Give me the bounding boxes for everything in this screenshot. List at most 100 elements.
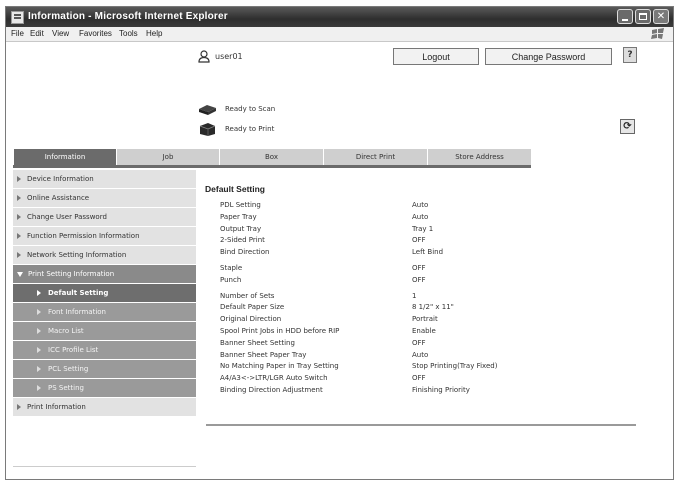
print-status-text: Ready to Print bbox=[225, 125, 275, 133]
setting-value: OFF bbox=[412, 338, 426, 347]
setting-label: Staple bbox=[220, 263, 243, 272]
chevron-right-icon bbox=[37, 366, 41, 372]
page-content: user01 Logout Change Password ? Ready to… bbox=[6, 42, 673, 479]
divider bbox=[13, 466, 196, 467]
menu-edit[interactable]: Edit bbox=[30, 29, 44, 38]
refresh-icon[interactable]: ⟳ bbox=[620, 119, 635, 134]
table-row: No Matching Paper in Tray Setting Stop Pr… bbox=[220, 362, 520, 374]
chevron-right-icon bbox=[37, 290, 41, 296]
sidebar-subitem-font-information[interactable]: Font Information bbox=[13, 303, 196, 322]
table-row: A4/A3<->LTR/LGR Auto Switch OFF bbox=[220, 374, 520, 386]
table-row: Bind Direction Left Bind bbox=[220, 248, 520, 260]
sidebar-subitem-label: PCL Setting bbox=[48, 365, 89, 373]
table-row: Paper Tray Auto bbox=[220, 213, 520, 225]
chevron-right-icon bbox=[17, 195, 21, 201]
tab-box[interactable]: Box bbox=[219, 149, 323, 165]
setting-value: Stop Printing(Tray Fixed) bbox=[412, 362, 498, 371]
sidebar-item-label: Online Assistance bbox=[27, 194, 90, 202]
scanner-icon bbox=[199, 105, 216, 115]
setting-value: Auto bbox=[412, 201, 429, 209]
browser-window: Information - Microsoft Internet Explore… bbox=[5, 6, 674, 480]
setting-value: Auto bbox=[412, 350, 429, 359]
sidebar-item-device-information[interactable]: Device Information bbox=[13, 170, 196, 189]
maximize-button[interactable] bbox=[635, 9, 651, 24]
setting-label: Banner Sheet Paper Tray bbox=[220, 350, 307, 359]
setting-label: PDL Setting bbox=[220, 201, 261, 209]
menu-favorites[interactable]: Favorites bbox=[79, 29, 112, 38]
user-icon bbox=[198, 50, 210, 63]
table-row: Output Tray Tray 1 bbox=[220, 225, 520, 237]
sidebar: Device Information Online Assistance Cha… bbox=[13, 170, 196, 417]
sidebar-item-function-permission[interactable]: Function Permission Information bbox=[13, 227, 196, 246]
chevron-right-icon bbox=[37, 385, 41, 391]
table-row: Original Direction Portrait bbox=[220, 315, 520, 327]
sidebar-subitem-label: ICC Profile List bbox=[48, 346, 99, 354]
menu-bar: File Edit View Favorites Tools Help bbox=[6, 27, 673, 42]
sidebar-item-label: Print Setting Information bbox=[28, 270, 115, 278]
tab-store-address[interactable]: Store Address bbox=[427, 149, 531, 165]
table-row: PDL Setting Auto bbox=[220, 201, 520, 213]
sidebar-subitem-label: Default Setting bbox=[48, 289, 109, 297]
setting-label: 2-Sided Print bbox=[220, 236, 265, 245]
menu-view[interactable]: View bbox=[52, 29, 69, 38]
menu-file[interactable]: File bbox=[11, 29, 24, 38]
setting-value: OFF bbox=[412, 275, 426, 284]
sidebar-item-print-information[interactable]: Print Information bbox=[13, 398, 196, 417]
setting-label: Spool Print Jobs in HDD before RIP bbox=[220, 326, 340, 335]
setting-label: Original Direction bbox=[220, 315, 282, 324]
setting-label: Banner Sheet Setting bbox=[220, 338, 295, 347]
table-row: Binding Direction Adjustment Finishing Pr… bbox=[220, 386, 520, 398]
sidebar-item-label: Device Information bbox=[27, 175, 94, 183]
setting-value: OFF bbox=[412, 236, 426, 245]
window-title: Information - Microsoft Internet Explore… bbox=[28, 11, 228, 22]
chevron-right-icon bbox=[37, 328, 41, 334]
setting-label: Bind Direction bbox=[220, 248, 270, 257]
sidebar-item-change-user-password[interactable]: Change User Password bbox=[13, 208, 196, 227]
tab-direct-print[interactable]: Direct Print bbox=[323, 149, 427, 165]
user-name: user01 bbox=[215, 52, 243, 61]
table-row: Punch OFF bbox=[220, 276, 520, 288]
help-icon[interactable]: ? bbox=[623, 47, 637, 63]
minimize-button[interactable] bbox=[617, 9, 633, 24]
setting-value: 8 1/2" x 11" bbox=[412, 303, 454, 312]
tab-information[interactable]: Information bbox=[13, 149, 116, 165]
setting-value: OFF bbox=[412, 374, 426, 383]
sidebar-item-label: Print Information bbox=[27, 403, 86, 411]
chevron-right-icon bbox=[17, 176, 21, 182]
chevron-right-icon bbox=[37, 347, 41, 353]
sidebar-subitem-icc-profile-list[interactable]: ICC Profile List bbox=[13, 341, 196, 360]
tab-job[interactable]: Job bbox=[116, 149, 219, 165]
divider bbox=[206, 424, 636, 426]
logout-button[interactable]: Logout bbox=[393, 48, 479, 65]
sidebar-item-online-assistance[interactable]: Online Assistance bbox=[13, 189, 196, 208]
close-button[interactable]: ✕ bbox=[653, 9, 669, 24]
setting-label: Binding Direction Adjustment bbox=[220, 385, 323, 394]
tab-underline bbox=[13, 165, 531, 168]
setting-value: Left Bind bbox=[412, 248, 444, 257]
setting-value: Auto bbox=[412, 212, 429, 221]
chevron-right-icon bbox=[17, 214, 21, 220]
sidebar-item-label: Function Permission Information bbox=[27, 232, 140, 240]
change-password-button[interactable]: Change Password bbox=[485, 48, 612, 65]
setting-value: 1 bbox=[412, 291, 417, 300]
sidebar-subitem-ps-setting[interactable]: PS Setting bbox=[13, 379, 196, 398]
menu-help[interactable]: Help bbox=[146, 29, 162, 38]
table-row: 2-Sided Print OFF bbox=[220, 236, 520, 248]
sidebar-item-network-setting[interactable]: Network Setting Information bbox=[13, 246, 196, 265]
sidebar-subitem-macro-list[interactable]: Macro List bbox=[13, 322, 196, 341]
table-row: Banner Sheet Setting OFF bbox=[220, 339, 520, 351]
chevron-down-icon bbox=[17, 271, 23, 277]
sidebar-subitem-default-setting[interactable]: Default Setting bbox=[13, 284, 196, 303]
setting-value: Finishing Priority bbox=[412, 385, 470, 394]
menu-tools[interactable]: Tools bbox=[119, 29, 138, 38]
chevron-right-icon bbox=[17, 252, 21, 258]
setting-value: Portrait bbox=[412, 315, 438, 324]
setting-value: Enable bbox=[412, 326, 436, 335]
sidebar-subitem-label: PS Setting bbox=[48, 384, 84, 392]
chevron-right-icon bbox=[17, 404, 21, 410]
setting-label: Output Tray bbox=[220, 224, 262, 233]
sidebar-item-print-setting[interactable]: Print Setting Information bbox=[13, 265, 196, 284]
setting-label: A4/A3<->LTR/LGR Auto Switch bbox=[220, 374, 328, 383]
sidebar-subitem-pcl-setting[interactable]: PCL Setting bbox=[13, 360, 196, 379]
scan-status-text: Ready to Scan bbox=[225, 105, 276, 113]
